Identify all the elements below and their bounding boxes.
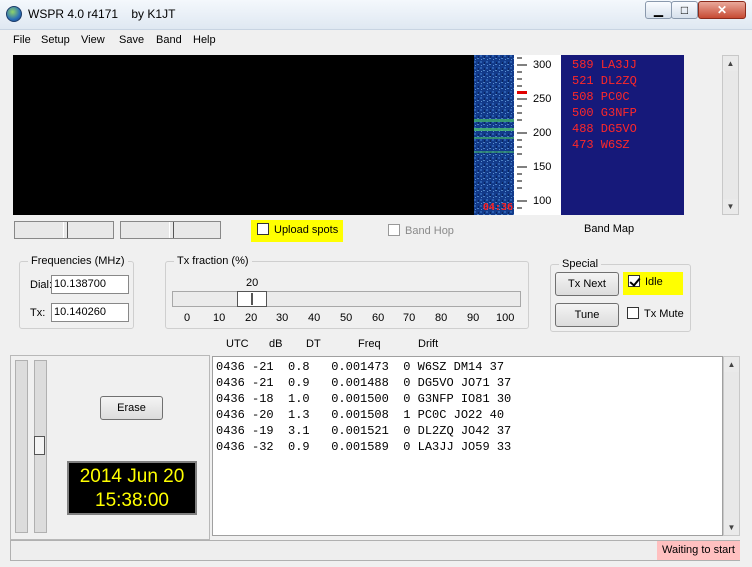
frequency-scale: 300 250 200 150 100 bbox=[514, 55, 561, 215]
tx-fraction-tick: 100 bbox=[496, 312, 515, 324]
header-drift: Drift bbox=[418, 338, 439, 350]
decoded-text-area[interactable]: 0436 -21 0.8 0.001473 0 W6SZ DM14 37 043… bbox=[212, 356, 723, 536]
scroll-up-icon[interactable]: ▲ bbox=[724, 357, 739, 372]
checkbox-icon[interactable] bbox=[257, 223, 269, 236]
tx-fraction-value: 20 bbox=[246, 277, 259, 289]
band-map: 589 LA3JJ 521 DL2ZQ 508 PC0C 500 G3NFP 4… bbox=[561, 55, 684, 215]
waterfall-display: 04:36 bbox=[474, 55, 514, 215]
utc-clock: 2014 Jun 20 15:38:00 bbox=[67, 461, 197, 515]
decode-line: 0436 -19 3.1 0.001521 0 DL2ZQ JO42 37 bbox=[216, 424, 512, 438]
scale-tick-label: 250 bbox=[533, 93, 552, 105]
band-map-scrollbar[interactable]: ▲ ▼ bbox=[722, 55, 739, 215]
tx-label: Tx: bbox=[30, 307, 46, 319]
waterfall-time: 04:36 bbox=[482, 202, 513, 213]
tx-mute-checkbox[interactable]: Tx Mute bbox=[627, 307, 684, 320]
slider-thumb[interactable] bbox=[63, 222, 68, 238]
decode-line: 0436 -18 1.0 0.001500 0 G3NFP IO81 30 bbox=[216, 392, 512, 406]
tx-fraction-tick: 40 bbox=[308, 312, 321, 324]
tx-fraction-tick: 80 bbox=[435, 312, 448, 324]
input-level-thumb[interactable] bbox=[34, 436, 45, 455]
tx-next-button[interactable]: Tx Next bbox=[555, 272, 619, 296]
band-map-entry: 508 PC0C bbox=[572, 90, 630, 104]
band-map-entry: 488 DG5VO bbox=[572, 122, 637, 136]
window-title: WSPR 4.0 r4171 by K1JT bbox=[28, 7, 176, 21]
tx-fraction-tick: 20 bbox=[245, 312, 258, 324]
wspr-window: WSPR 4.0 r4171 by K1JT ▁ □ ✕ File Setup … bbox=[0, 0, 752, 567]
idle-label: Idle bbox=[645, 276, 663, 288]
status-text: Waiting to start bbox=[657, 541, 740, 560]
tx-mute-label: Tx Mute bbox=[644, 308, 684, 320]
tx-fraction-tick: 60 bbox=[372, 312, 385, 324]
decodes-scrollbar[interactable]: ▲ ▼ bbox=[723, 356, 740, 536]
scale-tick-label: 100 bbox=[533, 195, 552, 207]
close-button[interactable]: ✕ bbox=[698, 1, 746, 19]
scroll-up-icon[interactable]: ▲ bbox=[723, 56, 738, 71]
special-title: Special bbox=[562, 258, 599, 270]
contrast-slider[interactable] bbox=[120, 221, 221, 239]
tx-fraction-title: Tx fraction (%) bbox=[177, 255, 249, 267]
scroll-down-icon[interactable]: ▼ bbox=[724, 520, 739, 535]
upload-spots-checkbox[interactable]: Upload spots bbox=[251, 220, 343, 242]
tx-fraction-tick: 30 bbox=[276, 312, 289, 324]
decode-line: 0436 -21 0.8 0.001473 0 W6SZ DM14 37 bbox=[216, 360, 505, 374]
band-map-entry: 589 LA3JJ bbox=[572, 58, 637, 72]
decode-line: 0436 -32 0.9 0.001589 0 LA3JJ JO59 33 bbox=[216, 440, 512, 454]
globe-icon bbox=[6, 6, 22, 22]
tx-fraction-slider-thumb[interactable] bbox=[237, 291, 267, 307]
frequencies-title: Frequencies (MHz) bbox=[31, 255, 125, 267]
band-map-label: Band Map bbox=[584, 223, 635, 235]
slider-thumb[interactable] bbox=[169, 222, 174, 238]
tx-frequency-field[interactable]: 10.140260 bbox=[51, 303, 129, 322]
tx-fraction-slider[interactable] bbox=[172, 291, 521, 307]
clock-time: 15:38:00 bbox=[95, 490, 169, 511]
idle-checkbox[interactable]: Idle bbox=[623, 272, 683, 295]
waterfall-noise bbox=[474, 55, 514, 215]
dial-frequency-field[interactable]: 10.138700 bbox=[51, 275, 129, 294]
band-hop-label: Band Hop bbox=[405, 225, 454, 237]
scale-tick-label: 300 bbox=[533, 59, 552, 71]
menu-help[interactable]: Help bbox=[193, 34, 216, 46]
checkbox-checked-icon[interactable] bbox=[628, 275, 640, 288]
menu-band[interactable]: Band bbox=[156, 34, 182, 46]
menu-file[interactable]: File bbox=[13, 34, 31, 46]
minimize-button[interactable]: ▁ bbox=[645, 1, 672, 19]
header-db: dB bbox=[269, 338, 283, 350]
decode-headers: UTC dB DT Freq Drift bbox=[210, 338, 730, 354]
decode-line: 0436 -20 1.3 0.001508 1 PC0C JO22 40 bbox=[216, 408, 505, 422]
checkbox-icon[interactable] bbox=[627, 307, 639, 320]
clock-date: 2014 Jun 20 bbox=[79, 466, 185, 487]
header-dt: DT bbox=[306, 338, 321, 350]
tx-fraction-tick: 70 bbox=[403, 312, 416, 324]
tune-button[interactable]: Tune bbox=[555, 303, 619, 327]
header-utc: UTC bbox=[226, 338, 249, 350]
checkbox-icon[interactable] bbox=[388, 224, 400, 237]
menu-save[interactable]: Save bbox=[119, 34, 144, 46]
erase-button[interactable]: Erase bbox=[100, 396, 163, 420]
scale-tick-label: 200 bbox=[533, 127, 552, 139]
upload-spots-label: Upload spots bbox=[274, 224, 339, 236]
title-bar: WSPR 4.0 r4171 by K1JT ▁ □ ✕ bbox=[0, 0, 752, 30]
menu-bar: File Setup View Save Band Help bbox=[0, 30, 752, 50]
tx-fraction-tick: 0 bbox=[184, 312, 191, 324]
brightness-slider[interactable] bbox=[14, 221, 114, 239]
maximize-button[interactable]: □ bbox=[671, 1, 698, 19]
tx-fraction-tick: 10 bbox=[213, 312, 226, 324]
tx-fraction-tick: 50 bbox=[340, 312, 353, 324]
band-hop-checkbox[interactable]: Band Hop bbox=[388, 224, 454, 237]
decode-line: 0436 -21 0.9 0.001488 0 DG5VO JO71 37 bbox=[216, 376, 512, 390]
header-freq: Freq bbox=[358, 338, 381, 350]
band-map-entry: 473 W6SZ bbox=[572, 138, 630, 152]
rx-level-bar bbox=[15, 360, 28, 533]
menu-view[interactable]: View bbox=[81, 34, 105, 46]
tx-frequency-marker bbox=[517, 91, 527, 94]
dial-label: Dial: bbox=[30, 279, 53, 291]
scale-tick-label: 150 bbox=[533, 161, 552, 173]
band-map-entry: 521 DL2ZQ bbox=[572, 74, 637, 88]
spectrum-display bbox=[13, 55, 475, 215]
band-map-entry: 500 G3NFP bbox=[572, 106, 637, 120]
status-bar bbox=[10, 540, 740, 561]
scroll-down-icon[interactable]: ▼ bbox=[723, 199, 738, 214]
tx-fraction-tick: 90 bbox=[467, 312, 480, 324]
menu-setup[interactable]: Setup bbox=[41, 34, 70, 46]
